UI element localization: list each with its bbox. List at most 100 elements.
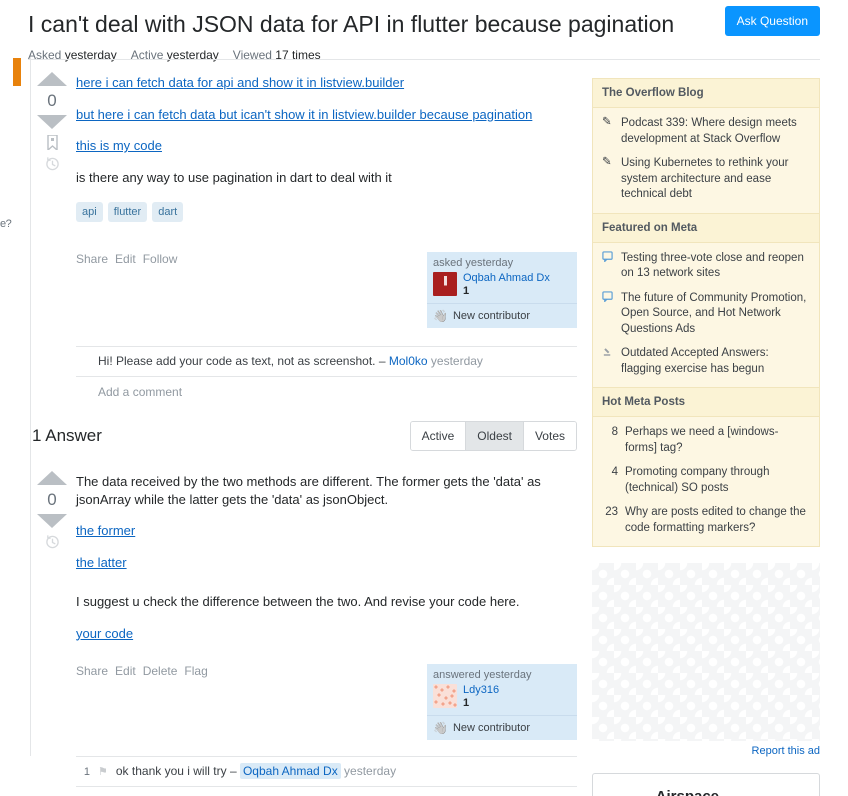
answer-sort-tabs: Active Oldest Votes — [409, 420, 577, 451]
question-edit-link[interactable]: Edit — [115, 252, 136, 266]
comment-flag-icon[interactable]: ⚑ — [98, 765, 108, 778]
answer-body: The data received by the two methods are… — [72, 465, 577, 796]
answer-owner-card: answered yesterday Ldy316 1 👋 New contri… — [427, 664, 577, 741]
sidebar-module-title-hot-meta-posts: Hot Meta Posts — [593, 387, 819, 418]
speech-bubble-icon — [602, 290, 614, 338]
comment-row: Hi! Please add your code as text, not as… — [76, 346, 577, 376]
advertisement-placeholder[interactable] — [592, 563, 820, 742]
answer-share-link[interactable]: Share — [76, 664, 108, 678]
answer-owner-badge: 👋 New contributor — [427, 715, 577, 740]
question-owner-badge-label: New contributor — [452, 310, 530, 323]
list-item[interactable]: 8 Perhaps we need a [windows-forms] tag? — [602, 425, 810, 456]
comment-text: ok thank you i will try — [115, 764, 227, 779]
answer-owner-badge-label: New contributor — [452, 722, 530, 735]
comment-author[interactable]: Mol0ko — [389, 354, 428, 368]
sidebar-modules-group: The Overflow Blog ✎ Podcast 339: Where d… — [592, 78, 820, 548]
question-owner-top: asked yesterday Oqbah Ahmad Dx 1 — [427, 252, 577, 303]
sidebar-item-label: Testing three-vote close and reopen on 1… — [621, 251, 804, 280]
question-owner-info: Oqbah Ahmad Dx 1 — [463, 272, 550, 297]
answers-count-label: 1 Answer — [32, 425, 102, 445]
list-item[interactable]: The future of Community Promotion, Open … — [602, 290, 810, 338]
answer-owner-row: Ldy316 1 — [433, 684, 571, 709]
ask-question-button[interactable]: Ask Question — [724, 6, 820, 36]
question-follow-link[interactable]: Follow — [143, 252, 178, 266]
question-footer: Share Edit Follow asked yesterday Oqbah … — [76, 252, 577, 329]
upvote-icon[interactable] — [37, 470, 67, 485]
tab-votes[interactable]: Votes — [523, 421, 576, 450]
comment-score: 1 — [83, 766, 90, 779]
tag-dart[interactable]: dart — [152, 202, 184, 223]
sidebar-item-label: The future of Community Promotion, Open … — [621, 291, 807, 335]
question-owner-name[interactable]: Oqbah Ahmad Dx — [463, 272, 550, 284]
edit-history-clock-icon[interactable] — [45, 156, 60, 171]
answer-flag-link[interactable]: Flag — [184, 664, 207, 678]
header-divider — [28, 59, 820, 60]
speech-bubble-icon — [602, 250, 614, 282]
sidebar-module-title-featured-on-meta: Featured on Meta — [593, 212, 819, 243]
upvote-icon[interactable] — [37, 72, 67, 86]
question-link-2[interactable]: but here i can fetch data but ican't sho… — [76, 107, 532, 122]
comment-author[interactable]: Oqbah Ahmad Dx — [239, 763, 341, 780]
sidebar-item-score: 4 — [611, 466, 618, 479]
tag-api[interactable]: api — [76, 202, 103, 223]
page-title: I can't deal with JSON data for API in f… — [28, 11, 675, 37]
answer-actions: Share Edit Delete Flag — [76, 664, 208, 678]
answer-add-comment-link[interactable]: Add a comment — [76, 786, 577, 796]
avatar[interactable] — [433, 272, 457, 297]
answer-vote-column: 0 — [32, 465, 72, 796]
question-comments: Hi! Please add your code as text, not as… — [76, 346, 577, 399]
job-ad-company-name: Airspace — [656, 788, 721, 796]
list-item[interactable]: Outdated Accepted Answers: flagging exer… — [602, 346, 810, 377]
list-item[interactable]: ✎ Using Kubernetes to rethink your syste… — [602, 156, 810, 203]
answer-footer: Share Edit Delete Flag answered yesterda… — [76, 664, 577, 741]
avatar[interactable] — [433, 684, 457, 709]
question-owner-card: asked yesterday Oqbah Ahmad Dx 1 👋 New c… — [427, 252, 577, 329]
answer-link-your-code[interactable]: your code — [76, 626, 133, 641]
list-item[interactable]: Testing three-vote close and reopen on 1… — [602, 250, 810, 282]
comment-text: Hi! Please add your code as text, not as… — [98, 354, 376, 369]
answer-post: 0 The data received by the two methods a… — [32, 465, 577, 796]
answer-owner-info: Ldy316 1 — [463, 684, 499, 709]
edit-history-clock-icon[interactable] — [45, 534, 60, 549]
question-body-line-3: this is my code — [76, 137, 577, 155]
list-item[interactable]: ✎ Podcast 339: Where design meets develo… — [602, 116, 810, 147]
question-link-3[interactable]: this is my code — [76, 138, 162, 153]
left-edge-divider — [30, 56, 31, 756]
downvote-icon[interactable] — [37, 513, 67, 528]
sidebar-item-label: Perhaps we need a [windows-forms] tag? — [625, 426, 779, 454]
tab-oldest[interactable]: Oldest — [466, 421, 524, 450]
sidebar-list-hot-meta-posts: 8 Perhaps we need a [windows-forms] tag?… — [593, 417, 819, 546]
sidebar-item-score: 8 — [611, 426, 618, 439]
tag-flutter[interactable]: flutter — [107, 202, 148, 223]
tab-active[interactable]: Active — [410, 421, 467, 450]
question-asked-time: asked yesterday — [433, 257, 514, 270]
downvote-icon[interactable] — [37, 115, 67, 129]
list-item[interactable]: 23 Why are posts edited to change the co… — [602, 505, 810, 536]
main-content-column: 0 here i can fetch data for api and show… — [32, 66, 577, 796]
job-advertisement[interactable]: AIRSPACE Airspace Carlsbad, CA We have g… — [592, 773, 820, 796]
answer-edit-link[interactable]: Edit — [115, 664, 136, 678]
answer-delete-link[interactable]: Delete — [143, 664, 178, 678]
answer-body-line-2: the former — [76, 522, 577, 540]
answer-link-the-latter[interactable]: the latter — [76, 555, 127, 570]
wave-hand-icon: 👋 — [433, 721, 448, 736]
report-this-ad-link[interactable]: Report this ad — [592, 745, 820, 757]
list-item[interactable]: 4 Promoting company through (technical) … — [602, 465, 810, 496]
answer-body-line-1: The data received by the two methods are… — [76, 473, 541, 507]
answer-owner-name[interactable]: Ldy316 — [463, 684, 499, 696]
question-vote-column: 0 — [32, 66, 72, 399]
answer-link-the-former[interactable]: the former — [76, 523, 135, 538]
comment-dash: – — [378, 354, 386, 369]
question-add-comment-link[interactable]: Add a comment — [76, 375, 577, 399]
question-header: I can't deal with JSON data for API in f… — [28, 0, 820, 62]
sidebar-item-label: Promoting company through (technical) SO… — [625, 466, 770, 494]
question-share-link[interactable]: Share — [76, 252, 108, 266]
answer-body-line-3: the latter — [76, 554, 577, 572]
sidebar-list-featured-on-meta: Testing three-vote close and reopen on 1… — [593, 243, 819, 388]
bookmark-icon[interactable] — [46, 135, 59, 150]
question-link-1[interactable]: here i can fetch data for api and show i… — [76, 75, 404, 90]
job-ad-header: AIRSPACE Airspace Carlsbad, CA — [607, 788, 805, 796]
sidebar-list-overflow-blog: ✎ Podcast 339: Where design meets develo… — [593, 108, 819, 213]
stackoverflow-question-page: e? I can't deal with JSON data for API i… — [0, 0, 848, 796]
answer-vote-count: 0 — [47, 489, 57, 509]
